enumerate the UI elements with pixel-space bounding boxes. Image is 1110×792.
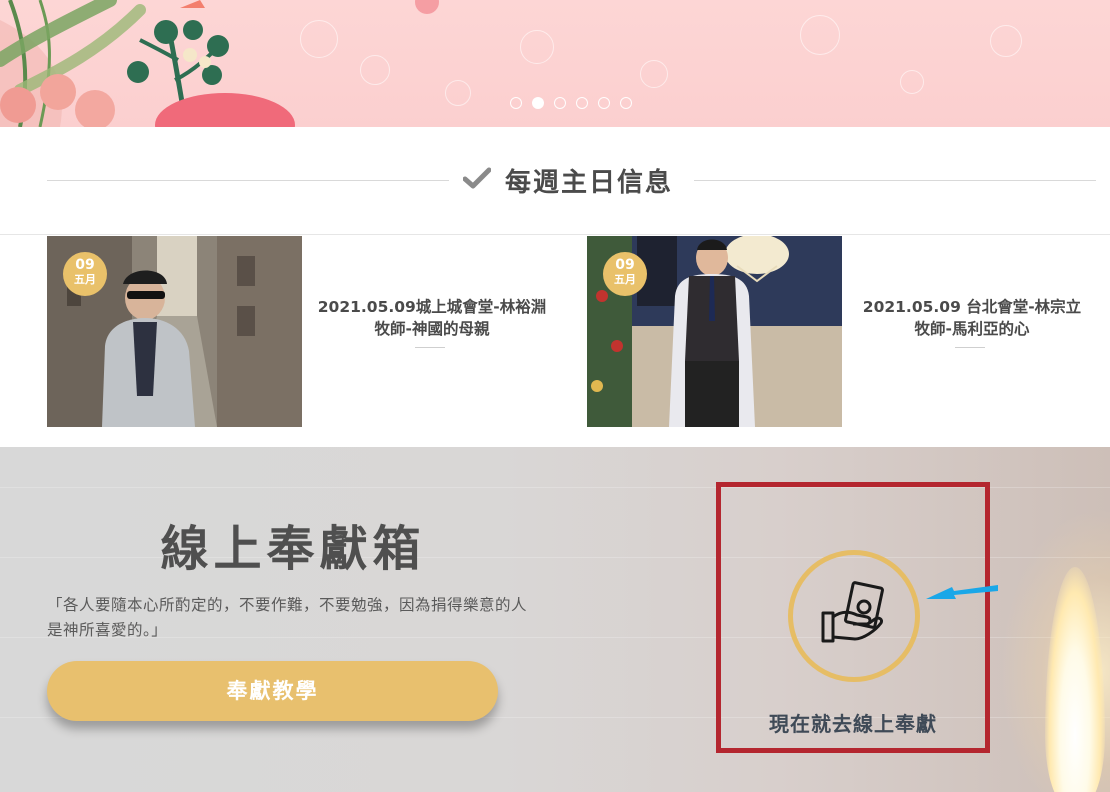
divider-left bbox=[47, 180, 449, 181]
carousel-dots bbox=[510, 97, 632, 109]
title-underline bbox=[415, 347, 445, 348]
offering-quote: 「各人要隨本心所酌定的，不要作難，不要勉強，因為捐得樂意的人是神所喜愛的。」 bbox=[47, 596, 528, 639]
carousel-dot[interactable] bbox=[576, 97, 588, 109]
offering-title: 線上奉獻箱 bbox=[160, 521, 426, 577]
online-offering-section: 線上奉獻箱 「各人要隨本心所酌定的，不要作難，不要勉強，因為捐得樂意的人是神所喜… bbox=[0, 447, 1110, 792]
sermon-thumbnail[interactable]: 09 五月 bbox=[47, 236, 302, 427]
sermon-card[interactable]: 09 五月 2021.05.09城上城會堂-林裕淵牧師-神國的母親 bbox=[47, 236, 567, 427]
carousel-dot[interactable] bbox=[554, 97, 566, 109]
carousel-dot[interactable] bbox=[620, 97, 632, 109]
carousel-dot[interactable] bbox=[598, 97, 610, 109]
date-badge: 09 五月 bbox=[63, 252, 107, 296]
offering-tutorial-button[interactable]: 奉獻教學 bbox=[47, 661, 498, 721]
carousel-dot-active[interactable] bbox=[532, 97, 544, 109]
sermon-list: 09 五月 2021.05.09城上城會堂-林裕淵牧師-神國的母親 09 五月 … bbox=[0, 236, 1110, 447]
sermon-thumbnail[interactable]: 09 五月 bbox=[587, 236, 842, 427]
checkmark-icon bbox=[462, 167, 492, 193]
title-underline bbox=[955, 347, 985, 348]
section-title: 每週主日信息 bbox=[462, 161, 674, 199]
give-now-highlight[interactable]: 現在就去線上奉獻 bbox=[716, 482, 990, 753]
section-title-text: 每週主日信息 bbox=[505, 167, 674, 198]
divider-right bbox=[694, 180, 1096, 181]
sermon-title[interactable]: 2021.05.09城上城會堂-林裕淵牧師-神國的母親 bbox=[317, 296, 547, 340]
hero-banner bbox=[0, 0, 1110, 127]
date-month: 五月 bbox=[74, 273, 96, 286]
sermon-title[interactable]: 2021.05.09 台北會堂-林宗立牧師-馬利亞的心 bbox=[857, 296, 1087, 340]
weekly-sermon-header: 每週主日信息 bbox=[0, 127, 1110, 235]
annotation-arrow-icon bbox=[924, 577, 1000, 607]
date-month: 五月 bbox=[614, 273, 636, 286]
give-now-link[interactable]: 現在就去線上奉獻 bbox=[721, 708, 985, 737]
floral-decoration bbox=[0, 0, 295, 127]
carousel-dot[interactable] bbox=[510, 97, 522, 109]
give-circle[interactable] bbox=[788, 550, 920, 682]
date-day: 09 bbox=[615, 257, 635, 273]
money-hand-icon bbox=[819, 581, 889, 655]
date-badge: 09 五月 bbox=[603, 252, 647, 296]
sermon-card[interactable]: 09 五月 2021.05.09 台北會堂-林宗立牧師-馬利亞的心 bbox=[587, 236, 1107, 427]
date-day: 09 bbox=[75, 257, 95, 273]
